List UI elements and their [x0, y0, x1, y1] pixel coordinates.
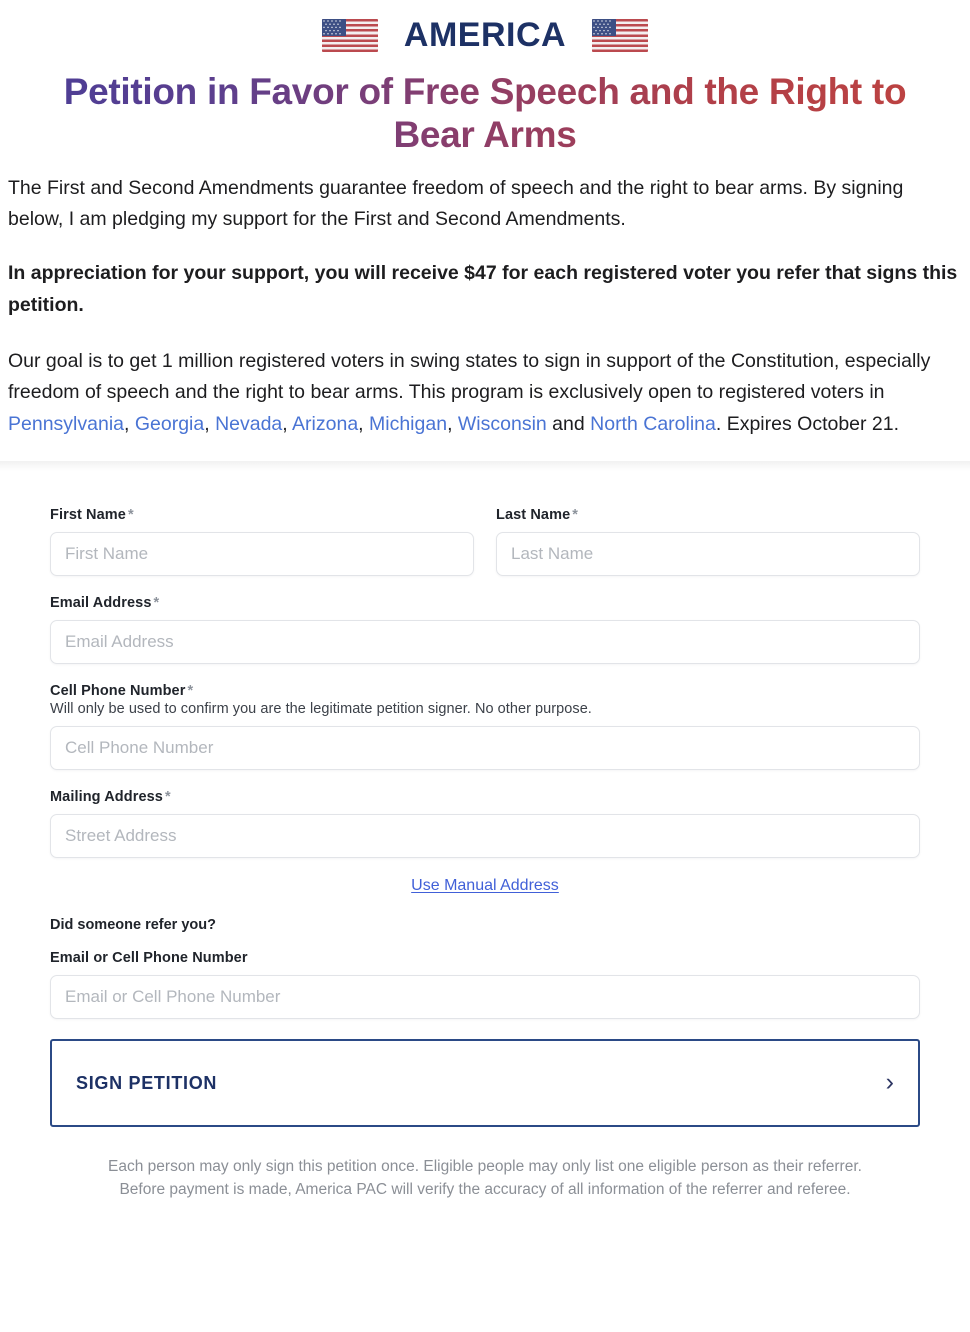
referral-label: Email or Cell Phone Number	[50, 950, 248, 967]
last-name-label: Last Name *	[496, 507, 920, 523]
mailing-address-label-text: Mailing Address	[50, 789, 163, 806]
intro-paragraph-3-pre: Our goal is to get 1 million registered …	[8, 349, 931, 404]
referral-input[interactable]	[50, 975, 920, 1020]
email-label: Email Address *	[50, 595, 920, 611]
cell-phone-field: Cell Phone Number * Will only be used to …	[50, 683, 920, 771]
last-name-label-text: Last Name	[496, 507, 571, 524]
sep-comma-5: ,	[447, 413, 458, 436]
sep-comma-3: ,	[282, 413, 293, 436]
cell-phone-label: Cell Phone Number *	[50, 683, 920, 699]
sign-petition-button[interactable]: SIGN PETITION ›	[50, 1039, 920, 1128]
mailing-address-field: Mailing Address *	[50, 789, 920, 859]
us-flag-icon-right	[592, 18, 649, 52]
required-mark: *	[153, 595, 160, 612]
state-link-pennsylvania[interactable]: Pennsylvania	[8, 413, 124, 435]
intro-paragraph-3-post: . Expires October 21.	[715, 413, 900, 436]
email-label-text: Email Address	[50, 595, 152, 612]
state-link-arizona[interactable]: Arizona	[292, 413, 358, 435]
sep-comma-1: ,	[124, 413, 135, 436]
state-link-georgia[interactable]: Georgia	[135, 413, 204, 435]
first-name-label: First Name *	[50, 507, 474, 523]
referral-question-label: Did someone refer you?	[50, 917, 216, 934]
name-row: First Name* Last Name*	[50, 507, 920, 595]
first-name-label-text: First Name	[50, 507, 126, 524]
intro-paragraph-1: The First and Second Amendments guarante…	[8, 176, 904, 231]
disclaimer-line-2: Before payment is made, America PAC will…	[119, 1181, 851, 1199]
mailing-address-label: Mailing Address *	[50, 789, 920, 805]
required-mark: *	[572, 507, 578, 524]
sep-and: and	[546, 413, 591, 436]
us-flag-icon-left	[321, 18, 378, 52]
cell-phone-helper-text: Will only be used to confirm you are the…	[50, 701, 592, 718]
sep-comma-2: ,	[204, 413, 216, 436]
disclaimer-line-1: Each person may only sign this petition …	[108, 1158, 862, 1176]
email-input[interactable]	[50, 620, 920, 665]
state-link-north-carolina[interactable]: North Carolina	[590, 413, 716, 435]
petition-form: First Name* Last Name* Email Address* Ce…	[0, 471, 970, 1202]
page-title: Petition in Favor of Free Speech and the…	[8, 70, 962, 157]
first-name-field: First Name *	[50, 507, 474, 577]
intro-paragraph-3: Our goal is to get 1 million registered …	[8, 346, 962, 441]
intro-paragraph-2-bold: In appreciation for your support, you wi…	[8, 262, 958, 316]
chevron-right-icon: ›	[885, 1067, 894, 1096]
sign-petition-label: SIGN PETITION	[76, 1072, 218, 1093]
referral-field: Email or Cell Phone Number	[50, 950, 920, 1020]
email-field: Email Address *	[50, 595, 920, 665]
cell-phone-input[interactable]	[50, 726, 920, 771]
state-link-nevada[interactable]: Nevada	[215, 413, 282, 435]
last-name-input[interactable]	[496, 532, 920, 577]
site-header: AMERICA	[0, 0, 970, 60]
last-name-field: Last Name *	[496, 507, 920, 577]
brand-wordmark: AMERICA	[403, 16, 567, 54]
disclaimer-footer: Each person may only sign this petition …	[50, 1127, 920, 1202]
sep-comma-4: ,	[358, 413, 370, 436]
cell-phone-label-text: Cell Phone Number	[50, 683, 186, 700]
street-address-input[interactable]	[50, 814, 920, 859]
manual-address-wrapper: Use Manual Address	[50, 877, 920, 895]
state-link-wisconsin[interactable]: Wisconsin	[458, 413, 547, 435]
state-link-michigan[interactable]: Michigan	[369, 413, 447, 435]
use-manual-address-link[interactable]: Use Manual Address	[411, 877, 559, 894]
intro-section: Petition in Favor of Free Speech and the…	[0, 60, 970, 472]
required-mark: *	[164, 789, 171, 806]
required-mark: *	[187, 683, 194, 700]
first-name-input[interactable]	[50, 532, 474, 577]
required-mark: *	[127, 507, 134, 524]
